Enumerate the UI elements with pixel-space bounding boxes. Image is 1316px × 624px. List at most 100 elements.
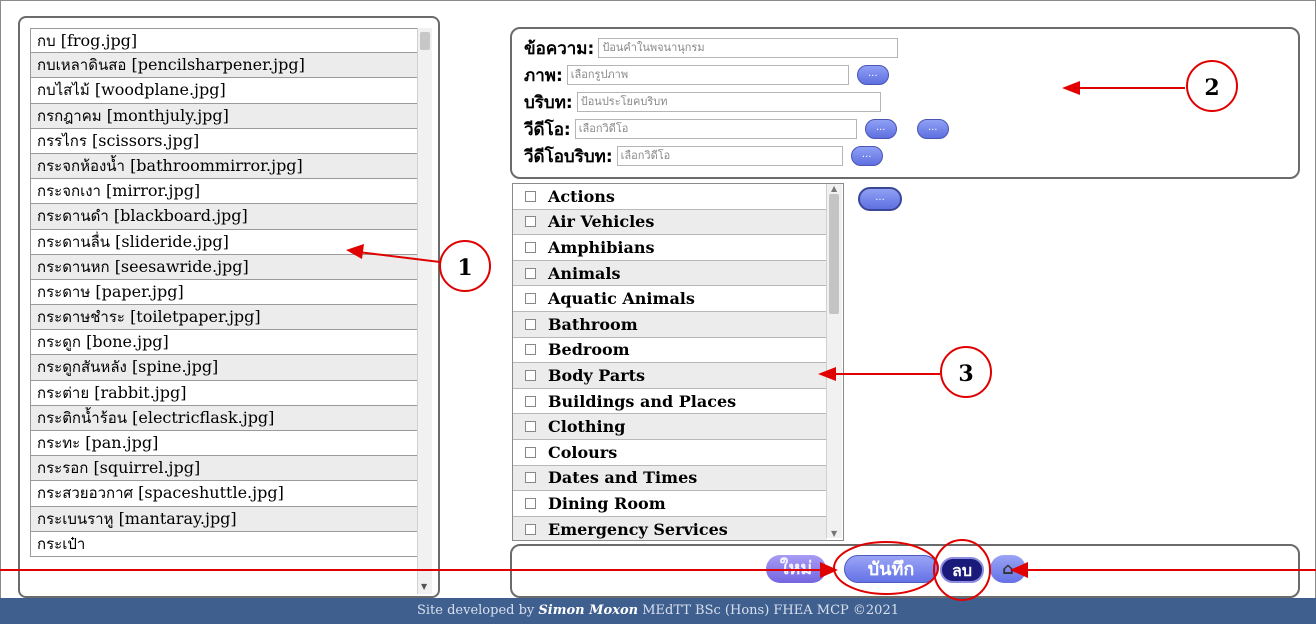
new-button[interactable]: ใหม่ <box>766 555 826 583</box>
scroll-down-arrow-icon[interactable]: ▼ <box>421 582 427 591</box>
video-context-browse-button[interactable]: ... <box>850 146 883 166</box>
text-label: ข้อความ: <box>524 38 595 59</box>
list-item[interactable]: กระดาษ [paper.jpg] <box>30 279 424 306</box>
word-file: [rabbit.jpg] <box>94 382 187 402</box>
list-item[interactable]: กระดูกสันหลัง [spine.jpg] <box>30 355 424 381</box>
list-item[interactable]: กระทะ [pan.jpg] <box>30 431 424 457</box>
word-thai: กระดาษชำระ <box>37 308 125 327</box>
action-bar: ใหม่ บันทึก ลบ ⌂ <box>510 544 1300 598</box>
list-item[interactable]: กระดาษชำระ [toiletpaper.jpg] <box>30 305 424 331</box>
category-row[interactable]: Amphibians <box>513 235 827 261</box>
category-checkbox[interactable] <box>525 241 536 253</box>
scroll-down-arrow-icon[interactable]: ▼ <box>831 529 837 538</box>
list-item[interactable]: กระดานลื่น [slideride.jpg] <box>30 229 424 255</box>
category-checkbox[interactable] <box>525 472 536 484</box>
list-item[interactable]: กรรไกร [scissors.jpg] <box>30 128 424 154</box>
word-file: [bathroommirror.jpg] <box>130 155 303 175</box>
word-thai: กระจกเงา <box>37 182 101 201</box>
category-row[interactable]: Emergency Services <box>513 516 827 540</box>
category-row[interactable]: Dates and Times <box>513 465 827 492</box>
list-item[interactable]: กระสวยอวกาศ [spaceshuttle.jpg] <box>30 481 424 507</box>
word-list-scrollbar[interactable]: ▼ <box>417 28 432 594</box>
category-checkbox[interactable] <box>525 267 536 279</box>
category-row[interactable]: Bathroom <box>513 311 827 338</box>
list-item[interactable]: กระเบนราหู [mantaray.jpg] <box>30 506 424 532</box>
category-checkbox[interactable] <box>525 369 536 381</box>
category-rows: Actions Air Vehicles Amphibians Animals Aqua… <box>513 184 827 540</box>
text-input[interactable]: ป้อนคำในพจนานุกรม <box>598 38 899 58</box>
image-browse-button[interactable]: ... <box>856 65 889 85</box>
word-list[interactable]: กบ [frog.jpg] กบเหลาดินสอ [pencilsharpene… <box>30 28 424 592</box>
category-scrollbar[interactable]: ▲ ▼ <box>826 184 842 538</box>
word-file: [woodplane.jpg] <box>94 80 226 100</box>
category-label: Body Parts <box>548 365 646 385</box>
category-label: Aquatic Animals <box>548 289 695 309</box>
category-checkbox[interactable] <box>525 421 536 433</box>
list-item[interactable]: กระดานดำ [blackboard.jpg] <box>30 204 424 230</box>
word-thai: กระสวยอวกาศ <box>37 484 134 503</box>
category-checkbox[interactable] <box>525 523 536 535</box>
category-row[interactable]: Clothing <box>513 414 827 440</box>
category-label: Dates and Times <box>548 468 698 488</box>
list-item[interactable]: กระดูก [bone.jpg] <box>30 330 424 356</box>
list-item[interactable]: กระดานหก [seesawride.jpg] <box>30 254 424 280</box>
category-checkbox[interactable] <box>525 318 536 330</box>
video-context-input[interactable]: เลือกวิดีโอ <box>616 146 843 166</box>
scrollbar-thumb[interactable] <box>420 32 430 50</box>
list-item[interactable]: กระติกน้ำร้อน [electricflask.jpg] <box>30 405 424 431</box>
footer-author: Simon Moxon <box>538 603 639 618</box>
category-checkbox[interactable] <box>525 395 536 407</box>
home-button[interactable]: ⌂ <box>990 555 1026 583</box>
category-row[interactable]: Body Parts <box>513 363 827 389</box>
category-row[interactable]: Actions <box>513 184 827 210</box>
list-item[interactable]: กระจกเงา [mirror.jpg] <box>30 179 424 205</box>
context-input[interactable]: ป้อนประโยคบริบท <box>576 92 881 112</box>
word-thai: กระดาษ <box>37 282 91 301</box>
word-file: [paper.jpg] <box>95 281 184 301</box>
category-label: Colours <box>548 442 618 462</box>
footer-credentials: MEdTT BSc (Hons) FHEA MCP ©2021 <box>638 603 899 618</box>
image-label: ภาพ: <box>524 65 563 86</box>
list-item[interactable]: กระรอก [squirrel.jpg] <box>30 456 424 482</box>
category-row[interactable]: Buildings and Places <box>513 389 827 415</box>
video-context-label: วีดีโอบริบท: <box>524 146 613 167</box>
category-checkbox[interactable] <box>525 344 536 356</box>
image-input[interactable]: เลือกรูปภาพ <box>566 65 849 85</box>
scroll-up-arrow-icon[interactable]: ▲ <box>831 184 837 193</box>
list-item[interactable]: กระเป๋า <box>30 531 424 557</box>
video-input[interactable]: เลือกวิดีโอ <box>574 119 857 139</box>
category-add-button[interactable]: ... <box>858 187 902 211</box>
list-item[interactable]: กระต่าย [rabbit.jpg] <box>30 380 424 406</box>
list-item[interactable]: กบไสไม้ [woodplane.jpg] <box>30 78 424 104</box>
word-file: [bone.jpg] <box>86 332 169 352</box>
word-list-panel: กบ [frog.jpg] กบเหลาดินสอ [pencilsharpene… <box>18 16 440 598</box>
category-checkbox[interactable] <box>525 293 536 305</box>
list-item[interactable]: กรกฎาคม [monthjuly.jpg] <box>30 103 424 129</box>
category-checkbox[interactable] <box>525 446 536 458</box>
category-row[interactable]: Animals <box>513 260 827 287</box>
category-label: Animals <box>548 263 621 283</box>
video-browse-button[interactable]: ... <box>864 119 897 139</box>
word-file: [pencilsharpener.jpg] <box>131 55 305 75</box>
word-thai: กระเบนราหู <box>37 509 114 528</box>
category-row[interactable]: Colours <box>513 440 827 466</box>
list-item[interactable]: กระจกห้องน้ำ [bathroommirror.jpg] <box>30 153 424 180</box>
footer-prefix: Site developed by <box>416 603 539 618</box>
word-file: [mirror.jpg] <box>106 181 201 201</box>
scrollbar-thumb[interactable] <box>829 194 839 314</box>
category-checkbox[interactable] <box>525 216 536 228</box>
word-file: [electricflask.jpg] <box>132 407 275 427</box>
category-row[interactable]: Bedroom <box>513 338 827 364</box>
delete-button[interactable]: ลบ <box>940 557 984 583</box>
list-item[interactable]: กบ [frog.jpg] <box>30 28 424 54</box>
video-preview-button[interactable]: ... <box>916 119 949 139</box>
category-row[interactable]: Air Vehicles <box>513 209 827 236</box>
word-thai: กบ <box>37 32 56 50</box>
list-item[interactable]: กบเหลาดินสอ [pencilsharpener.jpg] <box>30 53 424 79</box>
save-button[interactable]: บันทึก <box>844 555 938 583</box>
category-checkbox[interactable] <box>525 497 536 509</box>
category-row[interactable]: Dining Room <box>513 491 827 517</box>
category-checkbox[interactable] <box>525 190 536 202</box>
category-row[interactable]: Aquatic Animals <box>513 286 827 312</box>
category-label: Dining Room <box>548 493 666 513</box>
